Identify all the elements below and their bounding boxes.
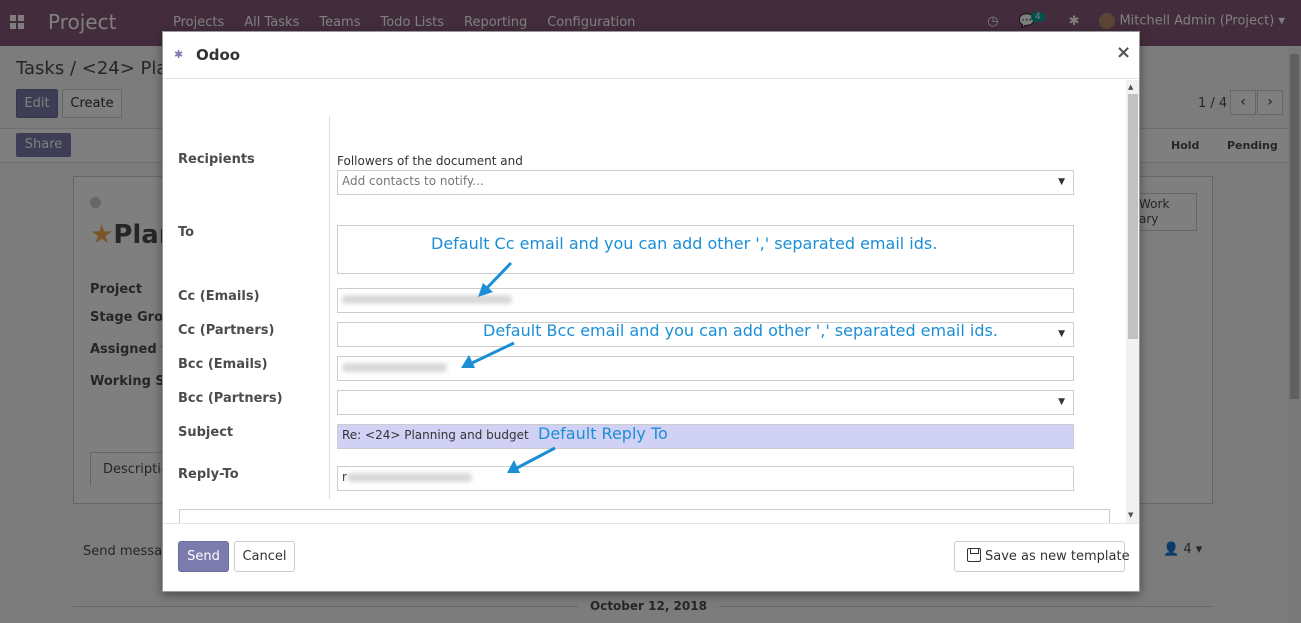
chevron-down-icon[interactable]: ▼	[1058, 177, 1065, 187]
to-label: To	[178, 225, 195, 240]
bcc-emails-label: Bcc (Emails)	[178, 357, 268, 372]
recipients-label: Recipients	[178, 152, 255, 167]
recipients-hint: Followers of the document and	[337, 154, 523, 168]
dialog-header: ✱ Odoo ×	[163, 32, 1139, 79]
save-icon	[967, 548, 981, 562]
blurred-email	[342, 363, 447, 372]
html-editor-toolbar[interactable]	[179, 509, 1110, 523]
dialog-body: Recipients Followers of the document and…	[163, 80, 1139, 523]
reply-to-label: Reply-To	[178, 467, 239, 482]
subject-label: Subject	[178, 425, 234, 440]
reply-to-input[interactable]: r	[337, 466, 1074, 491]
recipients-placeholder: Add contacts to notify...	[342, 174, 484, 188]
chevron-down-icon[interactable]: ▼	[1058, 329, 1065, 339]
bcc-partners-input[interactable]: ▼	[337, 390, 1074, 415]
bcc-annotation: Default Bcc email and you can add other …	[483, 321, 998, 340]
bcc-partners-label: Bcc (Partners)	[178, 391, 283, 406]
dialog-scrollbar[interactable]: ▲ ▼	[1126, 80, 1139, 523]
cc-annotation: Default Cc email and you can add other '…	[431, 234, 938, 253]
bcc-emails-input[interactable]	[337, 356, 1074, 381]
dialog-footer: Send Cancel Save as new template	[163, 523, 1139, 591]
subject-input[interactable]: Re: <24> Planning and budget	[337, 424, 1074, 449]
cc-emails-input[interactable]	[337, 288, 1074, 313]
cancel-button[interactable]: Cancel	[234, 541, 295, 572]
cc-emails-label: Cc (Emails)	[178, 289, 260, 304]
dialog-scrollbar-thumb[interactable]	[1128, 94, 1138, 339]
compose-email-dialog: ✱ Odoo × Recipients Followers of the doc…	[162, 31, 1140, 592]
cc-partners-label: Cc (Partners)	[178, 323, 275, 338]
send-button[interactable]: Send	[178, 541, 229, 572]
scroll-down-icon[interactable]: ▼	[1128, 511, 1133, 519]
save-as-template-button[interactable]: Save as new template	[954, 541, 1130, 572]
cc-arrow-icon	[478, 261, 513, 297]
dialog-title: Odoo	[196, 46, 241, 64]
recipients-input[interactable]: Add contacts to notify... ▼	[337, 170, 1074, 195]
reply-to-annotation: Default Reply To	[538, 424, 668, 443]
save-as-template-label: Save as new template	[985, 549, 1130, 564]
close-icon[interactable]: ×	[1116, 42, 1131, 63]
bcc-arrow-icon	[461, 341, 515, 368]
blurred-email	[346, 473, 472, 482]
bug-icon: ✱	[174, 48, 184, 61]
chevron-down-icon[interactable]: ▼	[1058, 397, 1065, 407]
form-column-divider	[329, 116, 330, 499]
scroll-up-icon[interactable]: ▲	[1128, 83, 1133, 91]
reply-to-arrow-icon	[507, 446, 556, 473]
